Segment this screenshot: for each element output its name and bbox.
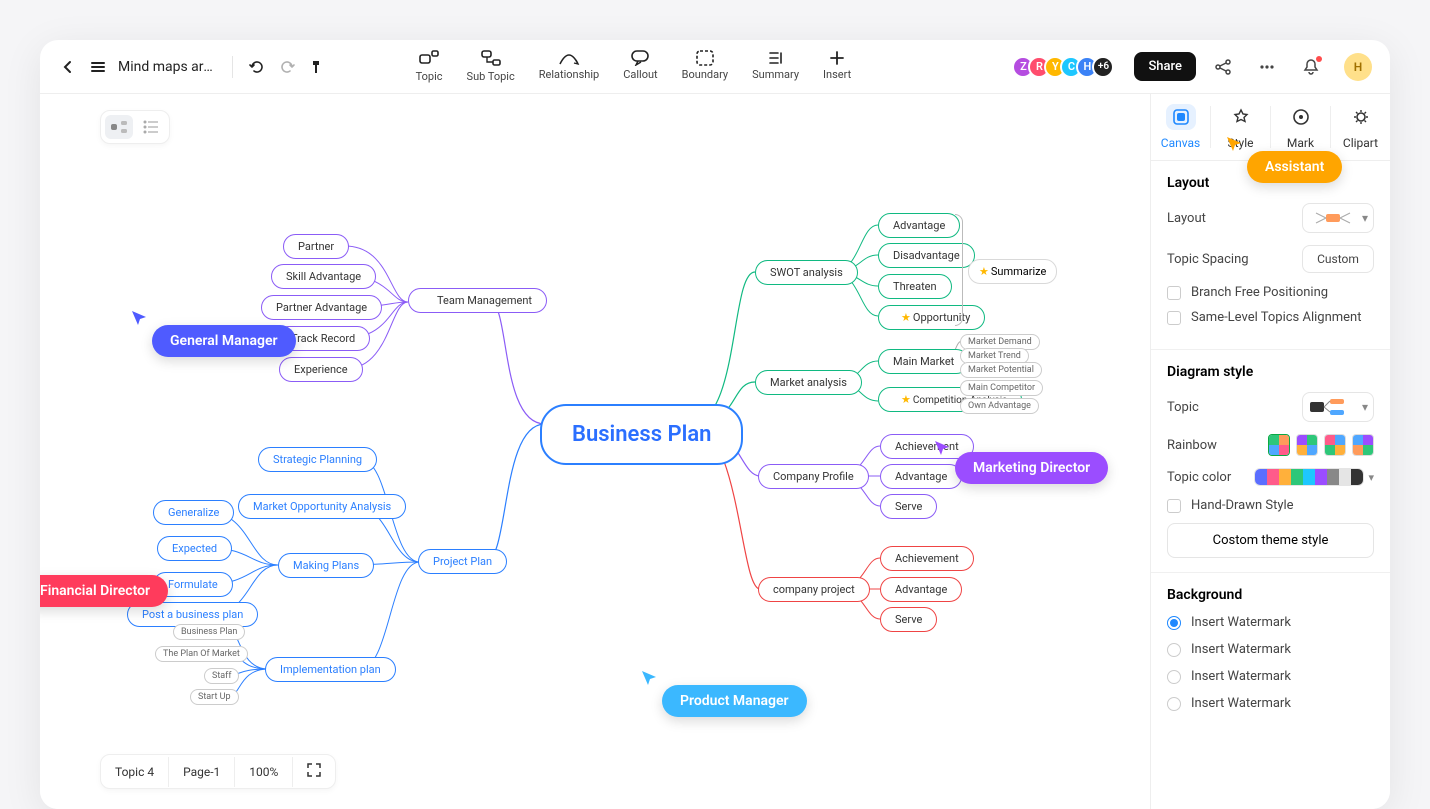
node-team-management[interactable]: Team Management: [408, 288, 547, 313]
summary-button[interactable]: Summary: [752, 50, 799, 83]
back-icon[interactable]: [58, 57, 78, 77]
node[interactable]: Own Advantage: [960, 398, 1039, 414]
node[interactable]: The Plan Of Market: [155, 646, 248, 662]
node[interactable]: Serve: [880, 607, 937, 632]
share-button[interactable]: Share: [1134, 52, 1196, 81]
mindmap-canvas[interactable]: Business Plan 😂 Team Management Partner …: [40, 94, 1150, 809]
insert-button[interactable]: Insert: [823, 50, 851, 83]
avatar-overflow[interactable]: +6: [1092, 56, 1114, 78]
star-icon: ★: [979, 265, 989, 278]
watermark-radio[interactable]: Insert Watermark: [1167, 615, 1374, 630]
chevron-down-icon[interactable]: ▾: [1368, 471, 1374, 484]
node[interactable]: Achievement: [880, 546, 974, 571]
divider: [232, 56, 233, 78]
node[interactable]: Market Potential: [960, 362, 1042, 378]
node[interactable]: Advantage: [878, 213, 960, 238]
collaborator-avatars[interactable]: Z R Y C H +6: [1018, 56, 1114, 78]
watermark-radio[interactable]: Insert Watermark: [1167, 669, 1374, 684]
layout-dropdown[interactable]: ▾: [1302, 203, 1374, 233]
node-market[interactable]: Market analysis: [755, 370, 862, 395]
node[interactable]: Main Competitor: [960, 380, 1043, 396]
app-window: Mind maps are ... Topic Sub Topic Relati…: [40, 40, 1390, 809]
node[interactable]: Market Opportunity Analysis: [238, 494, 406, 519]
properties-panel: Canvas Style Mark Clipart Layout Layout▾…: [1150, 94, 1390, 809]
boundary-button[interactable]: Boundary: [682, 50, 728, 83]
topic-spacing-select[interactable]: Custom: [1302, 245, 1374, 273]
undo-icon[interactable]: [247, 57, 267, 77]
section-title: Background: [1167, 587, 1374, 603]
current-user-avatar[interactable]: H: [1344, 53, 1372, 81]
topic-color-dropdown[interactable]: [1254, 468, 1364, 486]
node[interactable]: Expected: [157, 536, 232, 561]
hand-drawn-checkbox[interactable]: Hand-Drawn Style: [1167, 498, 1374, 513]
node[interactable]: Main Market: [878, 349, 969, 374]
node-project[interactable]: company project: [758, 577, 870, 602]
diagram-section: Diagram style Topic▾ Rainbow Topic color…: [1151, 350, 1390, 573]
bell-icon[interactable]: [1294, 50, 1328, 84]
node-profile[interactable]: Company Profile: [758, 464, 869, 489]
node[interactable]: Advantage: [880, 577, 962, 602]
subtopic-button[interactable]: Sub Topic: [467, 50, 515, 83]
view-switcher: [100, 110, 170, 144]
node[interactable]: ★Opportunity: [878, 305, 985, 330]
tab-clipart[interactable]: Clipart: [1331, 94, 1390, 160]
node[interactable]: Making Plans: [278, 553, 374, 578]
node[interactable]: Business Plan: [173, 624, 245, 640]
node[interactable]: Skill Advantage: [271, 264, 376, 289]
background-section: Background Insert Watermark Insert Water…: [1151, 573, 1390, 737]
branch-free-checkbox[interactable]: Branch Free Positioning: [1167, 285, 1374, 300]
rainbow-swatch[interactable]: [1324, 434, 1346, 456]
node[interactable]: Partner: [283, 234, 349, 259]
watermark-radio[interactable]: Insert Watermark: [1167, 696, 1374, 711]
watermark-radio[interactable]: Insert Watermark: [1167, 642, 1374, 657]
rainbow-swatch[interactable]: [1352, 434, 1374, 456]
root-node[interactable]: Business Plan: [540, 404, 743, 465]
outline-view-icon[interactable]: [137, 115, 165, 139]
node[interactable]: Experience: [279, 357, 363, 382]
topic-button[interactable]: Topic: [416, 50, 443, 83]
summary-brace: [955, 214, 963, 326]
redo-icon[interactable]: [277, 57, 297, 77]
share-link-icon[interactable]: [1206, 50, 1240, 84]
status-topic[interactable]: Topic 4: [101, 757, 169, 787]
same-level-checkbox[interactable]: Same-Level Topics Alignment: [1167, 310, 1374, 325]
rainbow-swatch[interactable]: [1296, 434, 1318, 456]
callout-button[interactable]: Callout: [623, 50, 657, 83]
node[interactable]: Threaten: [878, 274, 952, 299]
star-icon: ★: [901, 311, 911, 324]
rainbow-swatches: [1268, 434, 1374, 456]
fullscreen-icon[interactable]: [293, 755, 335, 788]
statusbar: Topic 4 Page-1 100%: [100, 754, 336, 789]
format-painter-icon[interactable]: [307, 57, 327, 77]
node[interactable]: Start Up: [190, 689, 239, 705]
node[interactable]: Partner Advantage: [261, 295, 382, 320]
node[interactable]: Advantage: [880, 464, 962, 489]
node[interactable]: Serve: [880, 494, 937, 519]
topbar: Mind maps are ... Topic Sub Topic Relati…: [40, 40, 1390, 94]
node[interactable]: Generalize: [153, 500, 234, 525]
layout-section: Layout Layout▾ Topic SpacingCustom Branc…: [1151, 161, 1390, 350]
node-swot[interactable]: SWOT analysis: [755, 260, 858, 285]
more-icon[interactable]: [1250, 50, 1284, 84]
status-page[interactable]: Page-1: [169, 757, 235, 787]
summary-node[interactable]: ★Summarize: [968, 259, 1057, 284]
node-project-plan[interactable]: Project Plan: [418, 549, 507, 574]
rainbow-swatch[interactable]: [1268, 434, 1290, 456]
menu-icon[interactable]: [88, 57, 108, 77]
notification-dot: [1316, 56, 1322, 62]
node[interactable]: Implementation plan: [265, 657, 396, 682]
node[interactable]: Strategic Planning: [258, 447, 377, 472]
tab-canvas[interactable]: Canvas: [1151, 94, 1210, 160]
node[interactable]: Staff: [204, 668, 239, 684]
mindmap-view-icon[interactable]: [105, 115, 133, 139]
status-zoom[interactable]: 100%: [235, 757, 293, 787]
section-title: Diagram style: [1167, 364, 1374, 380]
main-toolbar: Topic Sub Topic Relationship Callout Bou…: [416, 50, 852, 83]
star-icon: ★: [901, 393, 911, 406]
relationship-button[interactable]: Relationship: [539, 50, 599, 83]
document-title[interactable]: Mind maps are ...: [118, 59, 218, 75]
topic-style-dropdown[interactable]: ▾: [1302, 392, 1374, 422]
custom-theme-button[interactable]: Costom theme style: [1167, 523, 1374, 558]
